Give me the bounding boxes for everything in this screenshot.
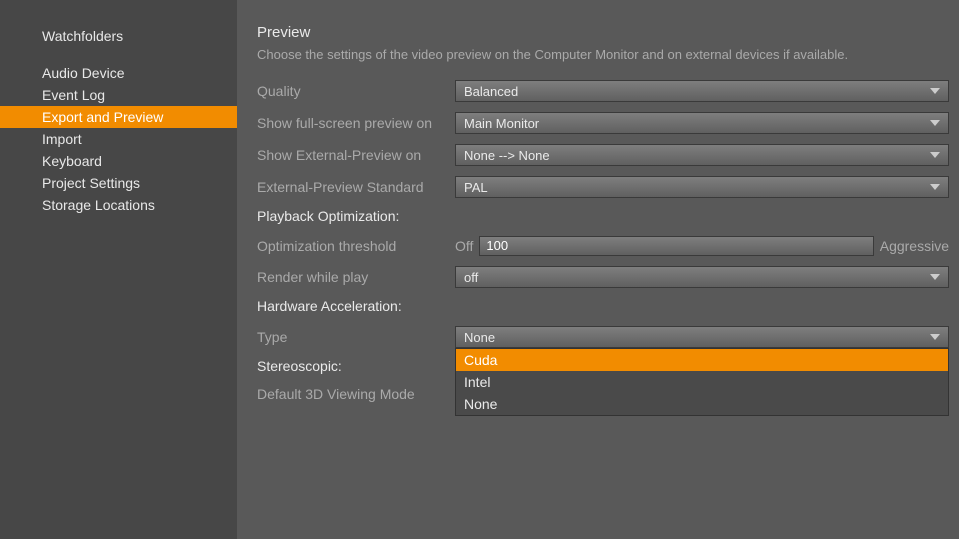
- sidebar-heading: Watchfolders: [0, 24, 237, 62]
- sidebar: Watchfolders Audio Device Event Log Expo…: [0, 0, 237, 539]
- external-preview-label: Show External-Preview on: [257, 147, 455, 163]
- playback-section-heading: Playback Optimization:: [257, 208, 949, 224]
- type-option-intel[interactable]: Intel: [456, 371, 948, 393]
- sidebar-item-event-log[interactable]: Event Log: [0, 84, 237, 106]
- opt-threshold-value: 100: [486, 237, 508, 255]
- quality-label: Quality: [257, 83, 455, 99]
- opt-threshold-label: Optimization threshold: [257, 238, 455, 254]
- fullscreen-label: Show full-screen preview on: [257, 115, 455, 131]
- sidebar-item-audio-device[interactable]: Audio Device: [0, 62, 237, 84]
- external-std-select[interactable]: PAL: [455, 176, 949, 198]
- external-std-value: PAL: [464, 180, 488, 195]
- opt-threshold-left-cap: Off: [455, 238, 473, 254]
- external-preview-value: None --> None: [464, 148, 550, 163]
- quality-select[interactable]: Balanced: [455, 80, 949, 102]
- settings-panel: Preview Choose the settings of the video…: [237, 0, 959, 539]
- type-value: None: [464, 330, 495, 345]
- render-while-play-label: Render while play: [257, 269, 455, 285]
- type-option-none[interactable]: None: [456, 393, 948, 415]
- sidebar-item-keyboard[interactable]: Keyboard: [0, 150, 237, 172]
- fullscreen-select[interactable]: Main Monitor: [455, 112, 949, 134]
- sidebar-item-import[interactable]: Import: [0, 128, 237, 150]
- quality-value: Balanced: [464, 84, 518, 99]
- fullscreen-value: Main Monitor: [464, 116, 539, 131]
- hw-section-heading: Hardware Acceleration:: [257, 298, 949, 314]
- default-3d-label: Default 3D Viewing Mode: [257, 386, 455, 402]
- opt-threshold-slider[interactable]: 100: [479, 236, 873, 256]
- sidebar-item-project-settings[interactable]: Project Settings: [0, 172, 237, 194]
- type-select[interactable]: None: [455, 326, 949, 348]
- render-while-play-value: off: [464, 270, 478, 285]
- external-preview-select[interactable]: None --> None: [455, 144, 949, 166]
- panel-description: Choose the settings of the video preview…: [257, 47, 949, 62]
- panel-title: Preview: [257, 24, 949, 41]
- type-dropdown-list: Cuda Intel None: [455, 348, 949, 416]
- opt-threshold-right-cap: Aggressive: [880, 238, 949, 254]
- render-while-play-select[interactable]: off: [455, 266, 949, 288]
- sidebar-item-export-and-preview[interactable]: Export and Preview: [0, 106, 237, 128]
- type-option-cuda[interactable]: Cuda: [456, 349, 948, 371]
- type-label: Type: [257, 329, 455, 345]
- external-std-label: External-Preview Standard: [257, 179, 455, 195]
- sidebar-item-storage-locations[interactable]: Storage Locations: [0, 194, 237, 216]
